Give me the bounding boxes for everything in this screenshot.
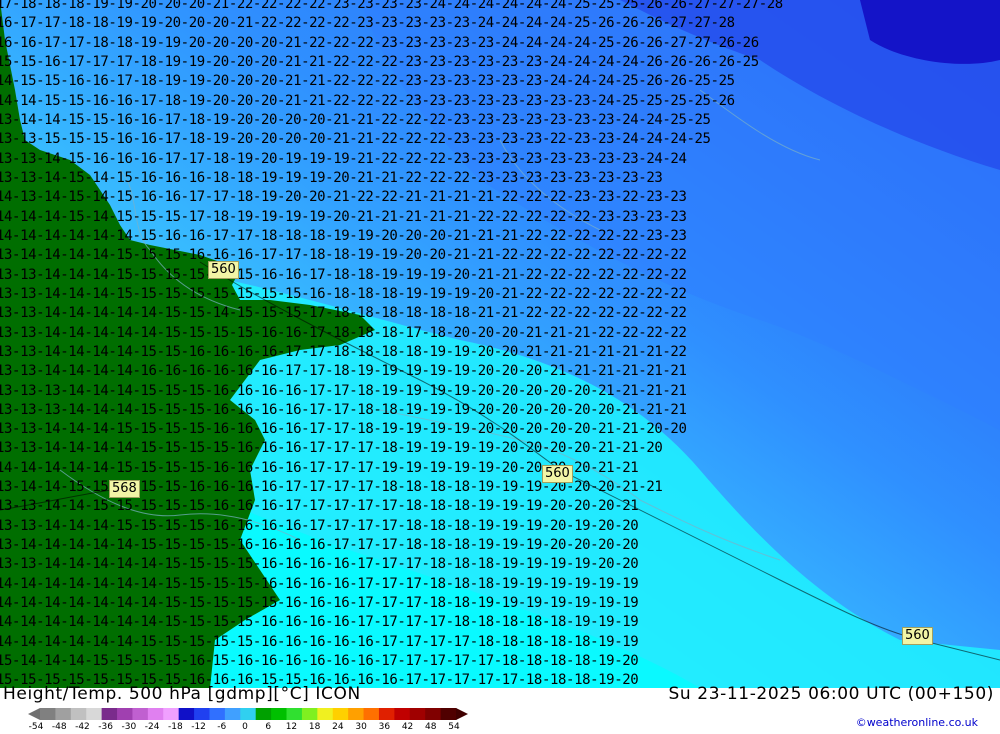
temperature-row: 14-14-14-14-14-14-14-15-15-15-15-16-16-1… (0, 576, 638, 592)
forecast-datetime: Su 23-11-2025 06:00 UTC (00+150) (668, 684, 994, 704)
scale-tick-label: -42 (75, 722, 90, 732)
scale-swatch (209, 708, 226, 720)
temperature-row: 13-13-14-14-15-15-15-15-15-16-16-16-17-1… (0, 498, 638, 514)
temperature-row: 13-13-14-14-14-15-15-15-15-15-15-16-16-1… (0, 267, 686, 283)
color-scale-labels: -54 -48 -42 -36 -30 -24 -18 -12 -6 0 6 12 18 24 30 36 42… (29, 722, 466, 734)
scale-swatch (440, 708, 457, 720)
temperature-row: 13-14-14-15-15-16-16-17-18-19-20-20-20-2… (0, 112, 711, 128)
temperature-row: 14-14-15-15-16-16-17-18-19-20-20-20-21-2… (0, 93, 735, 109)
temperature-row: 13-13-13-14-14-14-15-15-15-16-16-16-16-1… (0, 383, 686, 399)
temperature-row: 14-14-14-15-14-15-15-15-17-18-19-19-19-1… (0, 209, 686, 225)
scale-tick-label: 12 (285, 722, 298, 732)
scale-arrow-right (456, 708, 468, 720)
scale-swatch (271, 708, 288, 720)
temperature-row: 13-13-14-14-14-14-16-16-16-16-16-16-17-1… (0, 363, 686, 379)
scale-tick-label: 6 (265, 722, 272, 732)
scale-tick-label: 36 (378, 722, 391, 732)
map-canvas: 17-18-18-18-19-19-20-20-20-21-22-22-22-2… (0, 0, 1000, 688)
scale-swatch (224, 708, 241, 720)
temperature-row: 14-14-14-14-14-14-14-15-15-15-15-15-16-1… (0, 595, 638, 611)
contour-label-568: 568 (109, 480, 140, 498)
weather-map: 17-18-18-18-19-19-20-20-20-21-22-22-22-2… (0, 0, 1000, 688)
temperature-row: 13-13-14-14-14-14-14-15-15-14-15-15-15-1… (0, 305, 686, 321)
temperature-row: 13-13-14-14-14-15-15-15-15-15-15-15-15-1… (0, 286, 686, 302)
contour-label-560: 560 (542, 465, 573, 483)
map-footer: Height/Temp. 500 hPa [gdmp][°C] ICON Su … (0, 684, 1000, 734)
contour-label-560: 560 (902, 627, 933, 645)
temperature-row: 13-13-14-14-14-15-15-15-15-16-16-16-16-1… (0, 421, 686, 437)
color-scale-bar (28, 708, 468, 720)
credit-link[interactable]: ©weatheronline.co.uk (856, 716, 978, 729)
scale-tick-label: -48 (51, 722, 67, 732)
scale-tick-label: 48 (425, 722, 437, 732)
scale-swatch (178, 708, 195, 720)
scale-swatch (132, 708, 149, 720)
temperature-row: 14-14-14-14-14-14-15-16-16-17-17-18-18-1… (0, 228, 686, 244)
temperature-row: 14-14-14-14-14-14-15-15-15-15-15-16-16-1… (0, 634, 638, 650)
scale-swatch (194, 708, 210, 720)
temperature-row: 13-13-14-15-16-16-16-17-17-18-19-20-19-1… (0, 151, 686, 167)
scale-swatch (40, 708, 56, 720)
temperature-row: 13-14-14-14-14-15-15-15-16-16-16-17-17-1… (0, 247, 686, 263)
scale-tick-label: -6 (217, 722, 227, 732)
scale-tick-label: 24 (332, 722, 344, 732)
map-title: Height/Temp. 500 hPa [gdmp][°C] ICON (3, 684, 361, 704)
scale-swatch (332, 708, 349, 720)
temperature-row: 13-13-14-14-14-14-15-15-15-15-16-16-16-1… (0, 440, 662, 456)
scale-swatch (394, 708, 411, 720)
scale-tick-label: -18 (167, 722, 183, 732)
temperature-row: 13-13-14-14-14-14-14-15-15-15-15-16-16-1… (0, 556, 638, 572)
scale-tick-label: -12 (191, 722, 206, 732)
scale-swatch (425, 708, 442, 720)
scale-swatch (363, 708, 380, 720)
scale-arrow-left (28, 708, 40, 720)
scale-swatch (317, 708, 334, 720)
temperature-row: 13-13-15-15-15-16-16-17-18-19-20-20-20-2… (0, 131, 711, 147)
temperature-row: 16-17-17-18-18-19-19-20-20-20-21-22-22-2… (0, 15, 735, 31)
scale-swatch (255, 708, 272, 720)
scale-tick-label: -24 (144, 722, 160, 732)
scale-swatch (86, 708, 103, 720)
temperature-row: 13-13-14-15-14-15-16-16-16-18-18-19-19-1… (0, 170, 662, 186)
temperature-row: 13-13-14-14-14-14-15-15-16-16-16-16-17-1… (0, 344, 686, 360)
temperature-row: 15-14-14-14-15-15-15-15-16-15-16-16-16-1… (0, 653, 638, 669)
scale-swatch (101, 708, 118, 720)
scale-tick-label: 42 (401, 722, 414, 732)
scale-swatch (117, 708, 133, 720)
temperature-row: 13-13-13-14-14-14-15-15-15-16-16-16-16-1… (0, 402, 686, 418)
temperature-row: 16-16-17-17-18-18-19-19-20-20-20-20-21-2… (0, 35, 759, 51)
scale-swatch (147, 708, 164, 720)
temperature-row: 14-15-15-16-16-17-18-19-19-20-20-20-21-2… (0, 73, 735, 89)
scale-swatch (70, 708, 87, 720)
scale-tick-label: 18 (308, 722, 321, 732)
temperature-row: 13-13-14-14-14-15-15-15-15-16-16-16-16-1… (0, 518, 638, 534)
scale-swatch (409, 708, 426, 720)
scale-tick-label: 30 (355, 722, 367, 732)
scale-tick-label: -36 (98, 722, 114, 732)
scale-swatch (301, 708, 318, 720)
temperature-row: 13-14-14-14-14-14-15-15-15-15-16-16-16-1… (0, 537, 638, 553)
temperature-row: 17-18-18-18-19-19-20-20-20-21-22-22-22-2… (0, 0, 783, 12)
temperature-row: 14-13-14-15-14-15-16-16-17-17-18-19-20-2… (0, 189, 686, 205)
scale-tick-label: 54 (448, 722, 460, 732)
scale-tick-label: -54 (28, 722, 44, 732)
scale-tick-label: -30 (121, 722, 137, 732)
scale-swatch (240, 708, 257, 720)
scale-swatch (348, 708, 365, 720)
scale-swatch (286, 708, 303, 720)
scale-tick-label: 0 (242, 722, 248, 732)
contour-label-560: 560 (208, 261, 239, 279)
scale-swatch (378, 708, 395, 720)
temperature-row: 15-15-16-17-17-17-18-19-19-20-20-20-21-2… (0, 54, 759, 70)
scale-swatch (55, 708, 72, 720)
temperature-row: 13-13-14-14-14-14-14-15-15-15-15-16-16-1… (0, 325, 686, 341)
scale-swatch (163, 708, 180, 720)
temperature-row: 14-14-14-14-14-14-14-15-15-15-15-16-16-1… (0, 614, 638, 630)
